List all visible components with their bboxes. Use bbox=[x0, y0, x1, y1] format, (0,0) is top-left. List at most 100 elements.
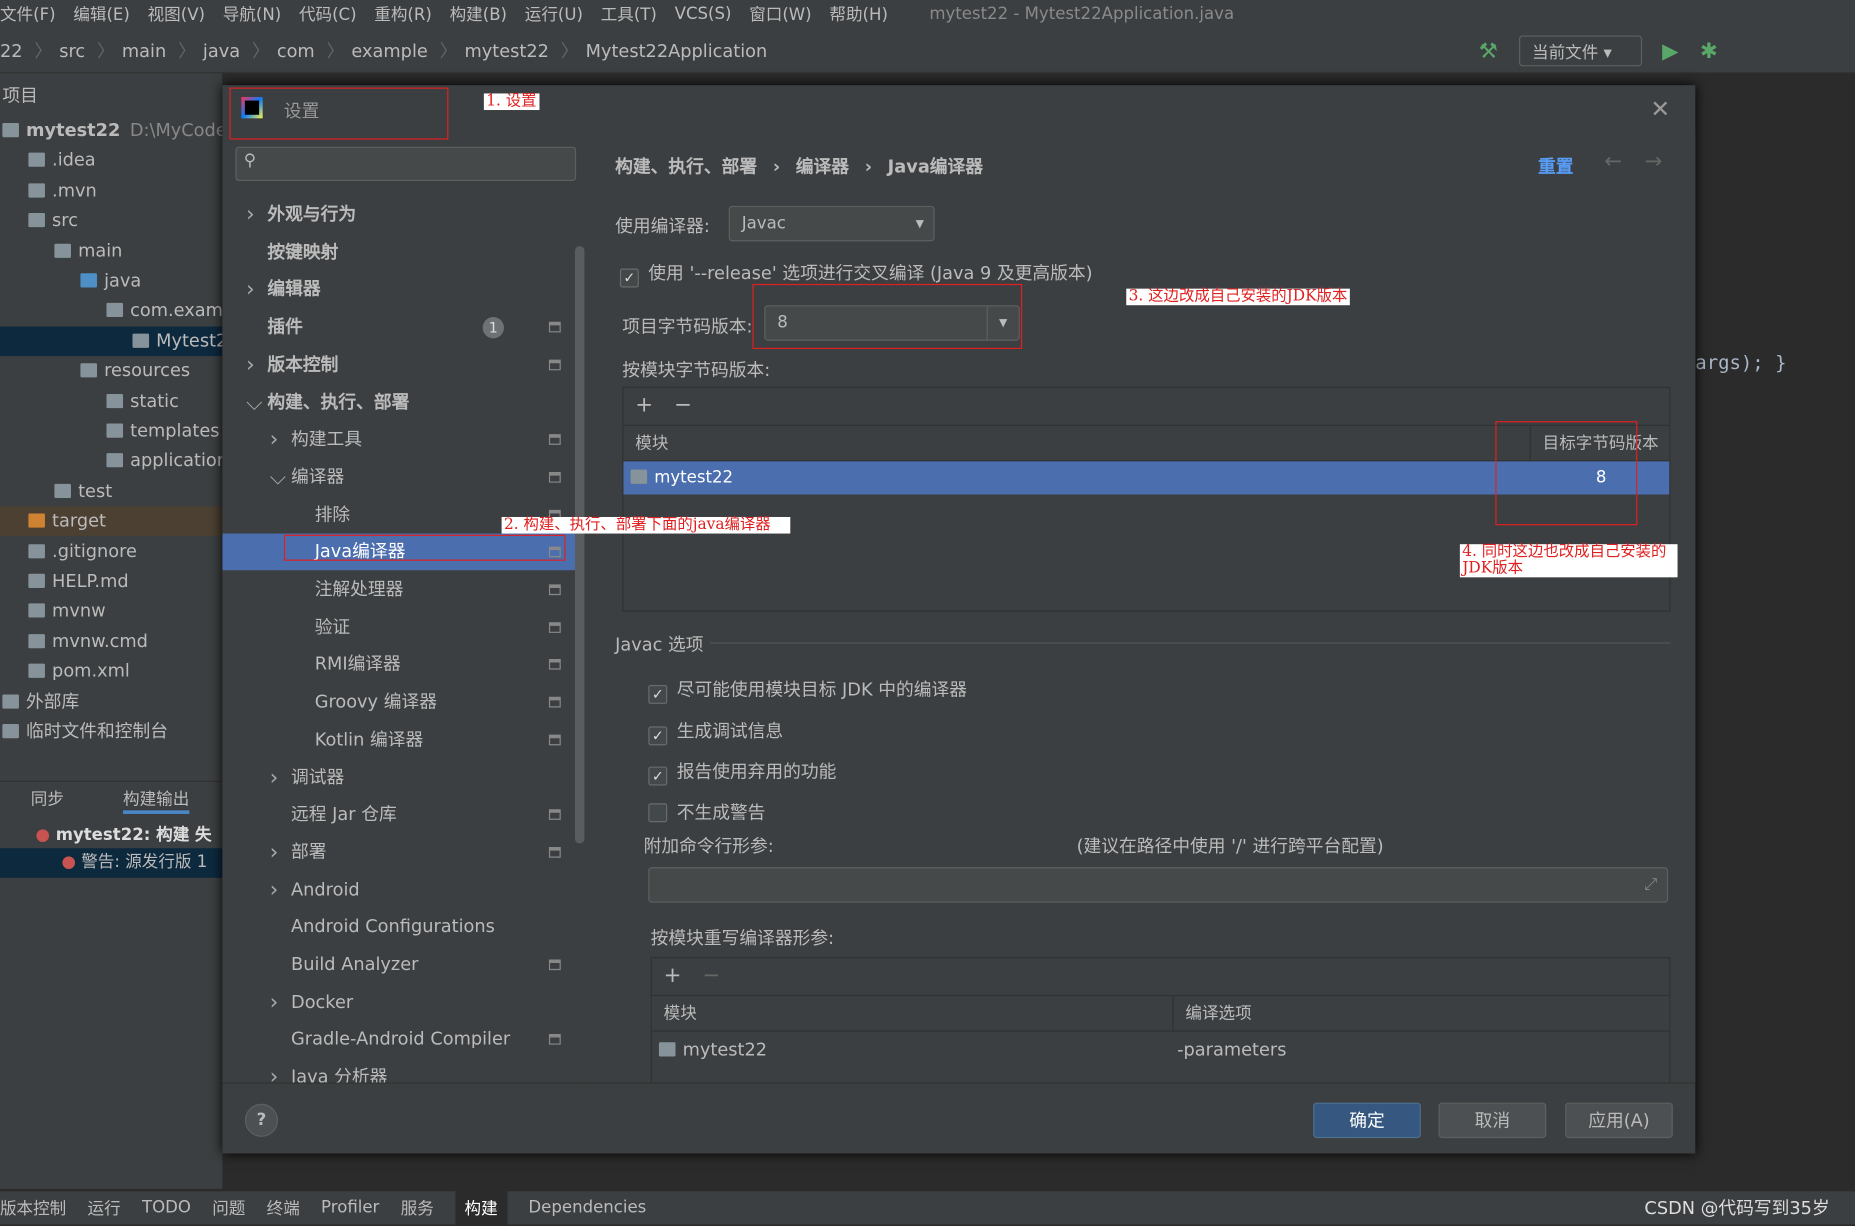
breadcrumb-item[interactable]: 22 bbox=[0, 40, 23, 61]
checkbox[interactable] bbox=[648, 802, 668, 822]
project-tree-item[interactable]: .gitignore bbox=[0, 537, 222, 567]
cancel-button[interactable]: 取消 bbox=[1438, 1102, 1547, 1139]
breadcrumb-item[interactable]: src bbox=[59, 40, 85, 61]
debug-icon[interactable]: ✱ bbox=[1700, 39, 1718, 64]
extra-args-input[interactable]: ⤢ bbox=[648, 867, 1669, 903]
chevron-right-icon[interactable]: › bbox=[270, 834, 279, 871]
chevron-down-icon[interactable]: ⌵ bbox=[246, 384, 262, 421]
remove-icon[interactable]: − bbox=[674, 393, 692, 418]
chevron-right-icon[interactable]: › bbox=[246, 196, 255, 233]
tool-window-tab[interactable]: 终端 bbox=[267, 1196, 300, 1220]
menu-item[interactable]: 导航(N) bbox=[223, 2, 281, 26]
expand-icon[interactable]: ⤢ bbox=[1644, 868, 1657, 901]
project-tree-item[interactable]: templates bbox=[0, 416, 222, 446]
back-icon[interactable]: ← bbox=[1604, 149, 1622, 174]
chevron-right-icon[interactable]: › bbox=[270, 984, 279, 1021]
settings-tree-item[interactable]: › Java 分析器 bbox=[222, 1059, 577, 1083]
menu-item[interactable]: VCS(S) bbox=[675, 5, 732, 24]
chevron-right-icon[interactable]: › bbox=[270, 871, 279, 908]
project-tree-item[interactable]: test bbox=[0, 477, 222, 507]
settings-tree-item[interactable]: Kotlin 编译器 bbox=[222, 721, 577, 758]
tab-sync[interactable]: 同步 bbox=[31, 787, 64, 811]
tool-window-tab[interactable]: 问题 bbox=[212, 1196, 245, 1220]
chevron-down-icon[interactable]: ⌵ bbox=[270, 459, 286, 496]
checkbox[interactable]: ✓ bbox=[648, 766, 668, 786]
settings-tree-item[interactable]: ⌵ 构建、执行、部署 bbox=[222, 384, 577, 421]
settings-tree-item[interactable]: 远程 Jar 仓库 bbox=[222, 796, 577, 833]
project-tree-item[interactable]: target bbox=[0, 506, 223, 537]
column-module[interactable]: 模块 bbox=[664, 996, 697, 1031]
tool-window-tab[interactable]: 构建 bbox=[455, 1190, 508, 1226]
project-tree-item[interactable]: main bbox=[0, 236, 222, 266]
tool-window-tab[interactable]: 运行 bbox=[88, 1196, 121, 1220]
build-icon[interactable]: ⚒ bbox=[1479, 39, 1498, 64]
release-checkbox[interactable]: ✓ bbox=[619, 268, 639, 288]
breadcrumb-item[interactable]: main bbox=[122, 40, 166, 61]
project-tree-item[interactable]: java bbox=[0, 266, 222, 296]
project-tree-item[interactable]: application bbox=[0, 446, 222, 476]
breadcrumb-item[interactable]: Mytest22Application bbox=[586, 40, 768, 61]
warning-row[interactable]: 警告: 源发行版 1 bbox=[81, 853, 207, 872]
project-tree-item[interactable]: static bbox=[0, 386, 222, 416]
project-tree-item[interactable]: mvnw bbox=[0, 597, 222, 627]
remove-icon[interactable]: − bbox=[703, 963, 721, 988]
help-icon[interactable]: ? bbox=[244, 1103, 279, 1137]
column-options[interactable]: 编译选项 bbox=[1172, 996, 1252, 1032]
tab-build-output[interactable]: 构建输出 bbox=[123, 787, 190, 814]
settings-search-input[interactable]: ⚲ bbox=[235, 146, 577, 182]
settings-tree-item[interactable]: 按键映射 bbox=[222, 234, 577, 271]
menu-item[interactable]: 编辑(E) bbox=[73, 2, 130, 26]
add-icon[interactable]: + bbox=[635, 393, 653, 418]
settings-tree-item[interactable]: 验证 bbox=[222, 609, 577, 646]
chevron-right-icon[interactable]: › bbox=[270, 759, 279, 796]
menu-item[interactable]: 窗口(W) bbox=[749, 2, 811, 26]
apply-button[interactable]: 应用(A) bbox=[1565, 1102, 1673, 1139]
project-tree-item[interactable]: 临时文件和控制台 bbox=[0, 717, 222, 747]
breadcrumb-item[interactable]: example bbox=[351, 40, 427, 61]
tool-window-tab[interactable]: 服务 bbox=[401, 1196, 434, 1220]
project-tree-item[interactable]: mytest22 D:\MyCode\m bbox=[0, 116, 222, 146]
project-tree-item[interactable]: Mytest2 bbox=[0, 326, 223, 356]
project-tree-item[interactable]: 外部库 bbox=[0, 687, 222, 717]
ok-button[interactable]: 确定 bbox=[1313, 1102, 1421, 1139]
chevron-right-icon[interactable]: › bbox=[270, 421, 279, 458]
settings-tree-item[interactable]: 插件 1 bbox=[222, 309, 577, 346]
tool-window-tab[interactable]: TODO bbox=[142, 1198, 191, 1217]
project-tree-item[interactable]: HELP.md bbox=[0, 567, 222, 597]
breadcrumb-item[interactable]: java bbox=[203, 40, 240, 61]
compiler-select[interactable]: Javac ▾ bbox=[728, 205, 935, 242]
tool-window-tab[interactable]: Dependencies bbox=[528, 1198, 646, 1217]
chevron-right-icon[interactable]: › bbox=[246, 271, 255, 308]
add-icon[interactable]: + bbox=[664, 963, 682, 988]
settings-tree-item[interactable]: › 构建工具 bbox=[222, 421, 577, 458]
project-tree-item[interactable]: com.examp bbox=[0, 296, 222, 326]
table-row[interactable]: mytest22 -parameters bbox=[652, 1032, 1669, 1067]
project-tree-item[interactable]: pom.xml bbox=[0, 657, 222, 687]
checkbox[interactable]: ✓ bbox=[648, 725, 668, 745]
project-header[interactable]: 项目 bbox=[2, 83, 38, 108]
settings-tree-item[interactable]: › 调试器 bbox=[222, 759, 577, 796]
project-tree-item[interactable]: mvnw.cmd bbox=[0, 627, 222, 657]
tool-window-tab[interactable]: 版本控制 bbox=[0, 1196, 66, 1220]
settings-tree-item[interactable]: RMI编译器 bbox=[222, 646, 577, 683]
project-tree-item[interactable]: .mvn bbox=[0, 176, 222, 206]
settings-tree-item[interactable]: 注解处理器 bbox=[222, 571, 577, 608]
menu-item[interactable]: 视图(V) bbox=[148, 2, 205, 26]
chevron-right-icon[interactable]: › bbox=[270, 1059, 279, 1083]
settings-tree-item[interactable]: Groovy 编译器 bbox=[222, 684, 577, 721]
project-tree-item[interactable]: .idea bbox=[0, 146, 222, 176]
settings-tree-item[interactable]: Android Configurations bbox=[222, 909, 577, 946]
reset-link[interactable]: 重置 bbox=[1538, 154, 1574, 179]
run-icon[interactable]: ▶ bbox=[1662, 39, 1678, 64]
forward-icon[interactable]: → bbox=[1644, 149, 1662, 174]
menu-item[interactable]: 运行(U) bbox=[525, 2, 583, 26]
column-module[interactable]: 模块 bbox=[635, 426, 668, 461]
breadcrumb-item[interactable]: com bbox=[277, 40, 315, 61]
settings-tree-item[interactable]: ⌵ 编译器 bbox=[222, 459, 577, 496]
settings-tree-item[interactable]: › 部署 bbox=[222, 834, 577, 871]
settings-tree-item[interactable]: › Android bbox=[222, 871, 577, 908]
settings-tree-item[interactable]: › Docker bbox=[222, 984, 577, 1021]
project-tree-item[interactable]: resources bbox=[0, 356, 222, 386]
tree-scrollbar[interactable] bbox=[574, 246, 585, 844]
chevron-right-icon[interactable]: › bbox=[246, 346, 255, 383]
